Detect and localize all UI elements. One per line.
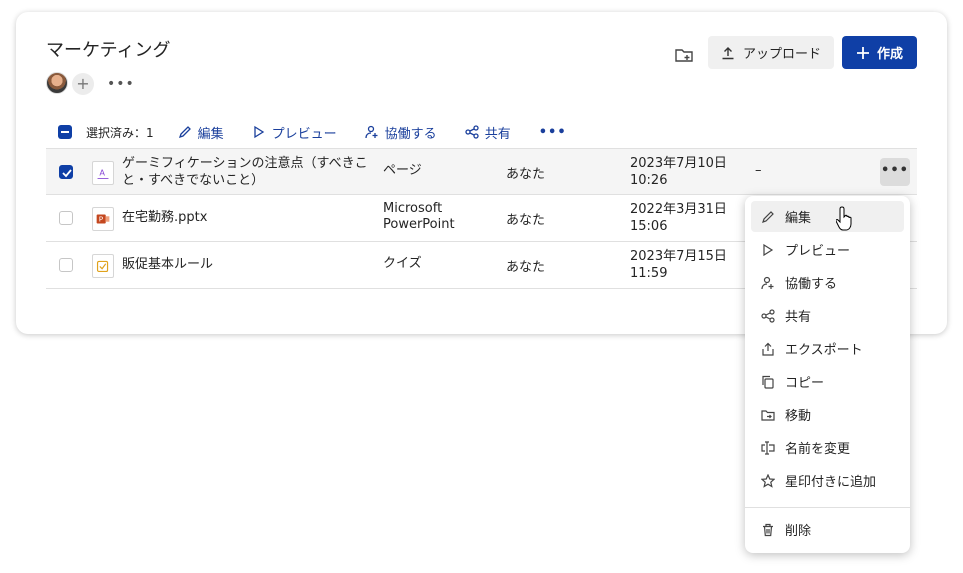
new-folder-icon[interactable] [674, 45, 694, 65]
toolbar-collaborate-label: 協働する [384, 126, 437, 142]
create-button[interactable]: 作成 [842, 36, 917, 69]
toolbar-preview-label: プレビュー [271, 126, 337, 142]
share-icon [761, 308, 775, 323]
menu-item-label: 移動 [785, 409, 812, 424]
file-date: 2022年3月31日 [630, 202, 727, 217]
check-icon [62, 169, 72, 178]
powerpoint-icon: P [92, 207, 114, 231]
hand-cursor-icon [836, 206, 852, 231]
menu-item-rename[interactable]: 名前を変更 [751, 432, 904, 463]
row-checkbox[interactable] [59, 165, 73, 179]
file-type: Microsoft PowerPoint [383, 201, 455, 233]
table-row[interactable]: A ゲーミフィケーションの注意点（すべきこと・すべきでないこと） ページ あなた… [46, 148, 917, 195]
file-modified: 2022年3月31日 15:06 [630, 201, 727, 235]
row-checkbox[interactable] [59, 211, 73, 225]
file-owner: あなた [506, 260, 546, 275]
menu-item-preview[interactable]: プレビュー [751, 234, 904, 265]
upload-button[interactable]: アップロード [708, 36, 834, 69]
row-more-button[interactable]: ••• [880, 158, 910, 186]
file-time: 10:26 [630, 173, 668, 188]
file-date: 2023年7月15日 [630, 249, 727, 264]
selection-toolbar: 選択済み：1 編集 プレビュー 協働する 共有 ••• [58, 122, 567, 142]
play-icon [763, 243, 774, 256]
toolbar-edit-label: 編集 [197, 126, 224, 142]
rename-icon [761, 440, 775, 455]
menu-item-label: 削除 [785, 524, 812, 539]
selected-count: 選択済み：1 [86, 125, 154, 140]
row-checkbox[interactable] [59, 258, 73, 272]
menu-item-copy[interactable]: コピー [751, 366, 904, 397]
menu-item-label: プレビュー [785, 244, 851, 259]
pencil-icon [762, 210, 774, 223]
file-date: 2023年7月10日 [630, 156, 727, 171]
menu-item-label: コピー [785, 376, 825, 391]
file-type: クイズ [383, 256, 422, 271]
menu-item-delete[interactable]: 削除 [751, 514, 904, 545]
toolbar-share-label: 共有 [484, 126, 511, 142]
pencil-icon [178, 126, 191, 139]
menu-item-collaborate[interactable]: 協働する [751, 267, 904, 298]
toolbar-edit-button[interactable]: 編集 [178, 123, 224, 142]
copy-icon [762, 375, 774, 389]
file-time: 15:06 [630, 219, 668, 234]
menu-item-label: 共有 [785, 310, 812, 325]
file-time: 11:59 [630, 266, 668, 281]
file-type-line: Microsoft [383, 201, 443, 216]
quiz-icon [92, 254, 114, 278]
svg-text:P: P [99, 215, 104, 224]
menu-item-share[interactable]: 共有 [751, 300, 904, 331]
menu-item-star[interactable]: 星印付きに追加 [751, 465, 904, 496]
menu-item-label: 星印付きに追加 [785, 475, 877, 490]
avatar[interactable] [46, 72, 68, 94]
page-title: マーケティング [46, 40, 171, 61]
person-add-icon [365, 125, 378, 139]
members-more-button[interactable]: ••• [107, 76, 135, 92]
page-icon: A [92, 161, 114, 185]
toolbar-preview-button[interactable]: プレビュー [252, 123, 337, 142]
file-name[interactable]: 販促基本ルール [122, 256, 372, 273]
create-label: 作成 [876, 47, 903, 62]
export-icon [762, 342, 774, 356]
file-owner: あなた [506, 167, 546, 182]
plus-icon [856, 46, 869, 59]
upload-icon [722, 46, 734, 59]
menu-item-label: 編集 [785, 211, 812, 226]
file-type: ページ [383, 163, 422, 178]
file-name[interactable]: ゲーミフィケーションの注意点（すべきこと・すべきでないこと） [122, 155, 372, 189]
file-modified: 2023年7月10日 10:26 [630, 155, 727, 189]
menu-item-move[interactable]: 移動 [751, 399, 904, 430]
menu-item-edit[interactable]: 編集 [751, 201, 904, 232]
play-icon [254, 125, 264, 139]
menu-item-label: 名前を変更 [785, 442, 851, 457]
menu-item-label: エクスポート [785, 343, 863, 358]
file-owner: あなた [506, 213, 546, 228]
share-icon [465, 125, 479, 139]
add-member-button[interactable]: + [72, 73, 94, 95]
menu-item-export[interactable]: エクスポート [751, 333, 904, 364]
trash-icon [763, 523, 773, 536]
file-name[interactable]: 在宅勤務.pptx [122, 209, 372, 226]
toolbar-share-button[interactable]: 共有 [465, 123, 511, 142]
menu-divider [745, 507, 910, 508]
context-menu: 編集 プレビュー 協働する 共有 エクスポート コピー 移動 名前を変更 星印付… [745, 196, 910, 553]
file-type-line: PowerPoint [383, 217, 455, 232]
file-shared: – [755, 163, 762, 178]
svg-text:A: A [99, 168, 105, 178]
toolbar-collaborate-button[interactable]: 協働する [365, 123, 437, 142]
file-modified: 2023年7月15日 11:59 [630, 248, 727, 282]
move-folder-icon [761, 409, 775, 421]
toolbar-more-button[interactable]: ••• [539, 125, 567, 140]
menu-item-label: 協働する [785, 277, 838, 292]
upload-label: アップロード [742, 47, 821, 62]
deselect-all-checkbox[interactable] [58, 125, 72, 139]
star-icon [761, 473, 775, 488]
person-add-icon [761, 276, 774, 289]
